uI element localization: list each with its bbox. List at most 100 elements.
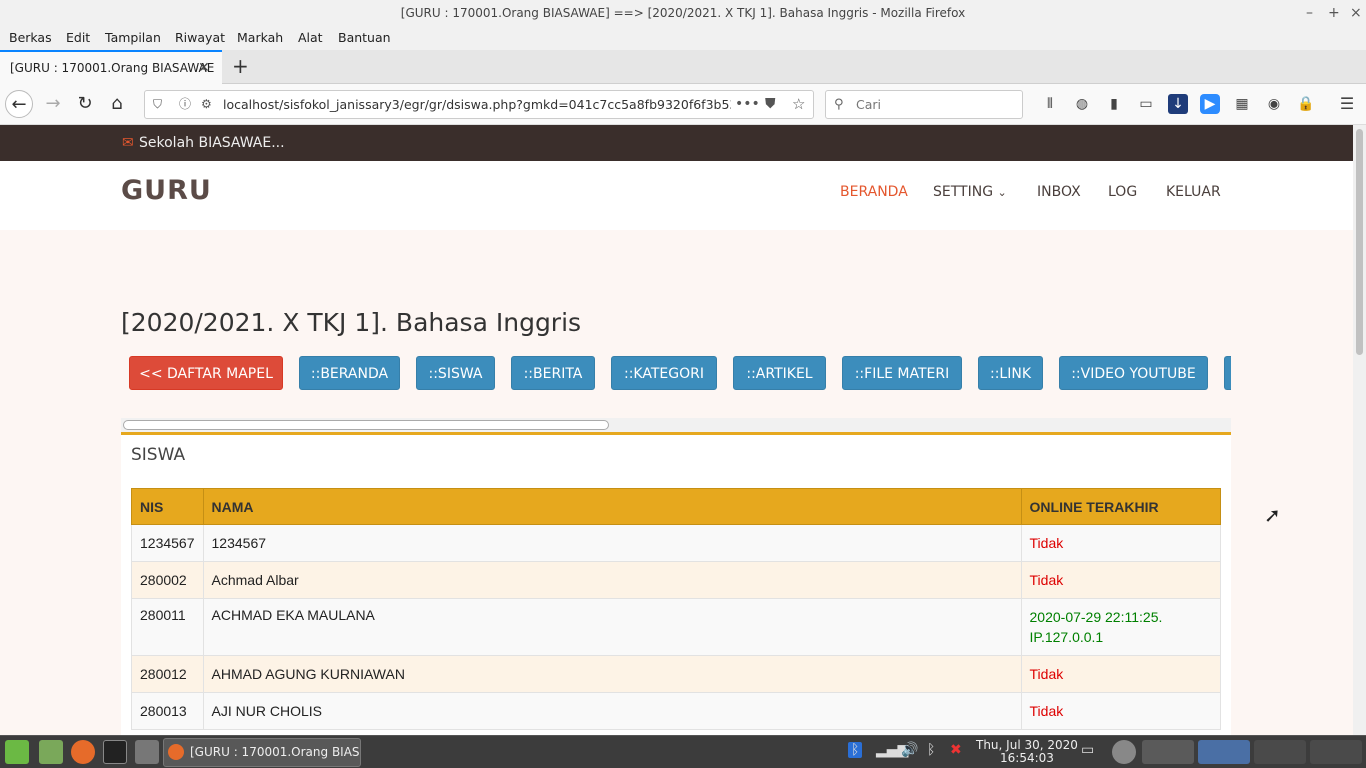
horizontal-scrollbar[interactable] bbox=[121, 418, 1231, 432]
files-launcher-icon[interactable] bbox=[135, 740, 159, 764]
nav-keluar[interactable]: KELUAR bbox=[1166, 184, 1221, 200]
shield-icon[interactable]: ⛉ bbox=[153, 91, 162, 118]
chevron-down-icon: ⌄ bbox=[997, 186, 1007, 199]
menu-alat[interactable]: Alat bbox=[298, 30, 323, 45]
bluetooth-tray-icon[interactable]: ᛒ bbox=[927, 742, 935, 758]
zoom-extension-icon[interactable]: ▶ bbox=[1200, 94, 1220, 114]
lock-icon[interactable]: 🔒 bbox=[1296, 94, 1316, 114]
siswa-button[interactable]: ::SISWA bbox=[416, 356, 495, 390]
back-arrow-icon[interactable]: ← bbox=[5, 90, 33, 118]
url-bar[interactable]: ⛉ ⓘ ⚙ localhost/sisfokol_janissary3/egr/… bbox=[144, 90, 814, 119]
page-vertical-scrollbar[interactable] bbox=[1353, 125, 1366, 735]
reload-icon[interactable]: ↻ bbox=[71, 90, 99, 118]
update-error-icon[interactable]: ✖ bbox=[950, 742, 962, 758]
table-row: 280002 Achmad Albar Tidak bbox=[131, 561, 1222, 599]
workspace-files-icon[interactable] bbox=[1142, 740, 1194, 764]
menu-berkas[interactable]: Berkas bbox=[9, 30, 52, 45]
sidebar-icon[interactable]: ▭ bbox=[1136, 94, 1156, 114]
menu-bantuan[interactable]: Bantuan bbox=[338, 30, 391, 45]
window-titlebar: [GURU : 170001.Orang BIASAWAE] ==> [2020… bbox=[0, 0, 1366, 26]
minimize-icon[interactable]: – bbox=[1306, 0, 1313, 26]
nav-beranda[interactable]: BERANDA bbox=[840, 184, 908, 200]
nav-log[interactable]: LOG bbox=[1108, 184, 1137, 200]
cell-nama: ACHMAD EKA MAULANA bbox=[202, 598, 1022, 656]
workspace-firefox-icon[interactable] bbox=[1198, 740, 1250, 764]
globe-icon[interactable]: ◍ bbox=[1072, 94, 1092, 114]
cell-nis: 280012 bbox=[131, 655, 204, 693]
user-indicator-icon[interactable] bbox=[1112, 740, 1136, 764]
new-tab-icon[interactable]: + bbox=[232, 54, 249, 78]
battery-icon[interactable]: ▭ bbox=[1081, 742, 1094, 758]
bookmark-star-icon[interactable]: ☆ bbox=[792, 91, 805, 118]
horizontal-scroll-thumb[interactable] bbox=[123, 420, 609, 430]
reader-icon[interactable]: ▮ bbox=[1104, 94, 1124, 114]
artikel-button[interactable]: ::ARTIKEL bbox=[733, 356, 826, 390]
cell-online: 2020-07-29 22:11:25. IP.127.0.0.1 bbox=[1020, 598, 1222, 656]
page-actions-icon[interactable]: ••• bbox=[735, 91, 760, 118]
vertical-scroll-thumb[interactable] bbox=[1356, 129, 1363, 355]
berita-button[interactable]: ::BERITA bbox=[511, 356, 595, 390]
workspace-3[interactable] bbox=[1254, 740, 1306, 764]
terminal-icon[interactable] bbox=[103, 740, 127, 764]
pocket-icon[interactable]: ⛊ bbox=[765, 91, 776, 118]
hamburger-menu-icon[interactable]: ☰ bbox=[1337, 94, 1357, 114]
taskbar-window-label: [GURU : 170001.Orang BIAS... bbox=[190, 745, 361, 759]
mint-menu-icon[interactable] bbox=[5, 740, 29, 764]
siswa-table: NIS NAMA ONLINE TERAKHIR 1234567 1234567… bbox=[131, 488, 1222, 730]
kategori-button[interactable]: ::KATEGORI bbox=[611, 356, 717, 390]
home-icon[interactable]: ⌂ bbox=[103, 90, 131, 118]
page-title: [2020/2021. X TKJ 1]. Bahasa Inggris bbox=[121, 308, 582, 337]
mouse-cursor-icon: ➚ bbox=[1264, 503, 1281, 527]
taskbar-window-firefox[interactable]: [GURU : 170001.Orang BIAS... bbox=[163, 738, 361, 767]
search-bar[interactable]: ⚲ Cari bbox=[825, 90, 1023, 119]
site-logo[interactable]: GURU bbox=[121, 175, 212, 206]
online-ip: IP.127.0.0.1 bbox=[1029, 629, 1104, 645]
maximize-icon[interactable]: + bbox=[1328, 0, 1340, 26]
qr-code-icon[interactable]: ▦ bbox=[1232, 94, 1252, 114]
cell-nis: 280002 bbox=[131, 561, 204, 599]
page-content: ✉ Sekolah BIASAWAE... GURU BERANDA SETTI… bbox=[0, 125, 1353, 735]
menu-riwayat[interactable]: Riwayat bbox=[175, 30, 225, 45]
nav-setting-label: SETTING bbox=[933, 184, 994, 200]
clock[interactable]: Thu, Jul 30, 2020 16:54:03 bbox=[976, 739, 1078, 765]
link-button[interactable]: ::LINK bbox=[978, 356, 1043, 390]
tab-close-icon[interactable]: ✕ bbox=[198, 52, 210, 84]
video-youtube-button[interactable]: ::VIDEO YOUTUBE bbox=[1059, 356, 1208, 390]
school-name: Sekolah BIASAWAE... bbox=[139, 135, 285, 151]
tab-active[interactable]: [GURU : 170001.Orang BIASAWAE ✕ bbox=[0, 50, 222, 84]
table-row: 280013 AJI NUR CHOLIS Tidak bbox=[131, 692, 1222, 730]
tab-strip: [GURU : 170001.Orang BIASAWAE ✕ + bbox=[0, 50, 1366, 84]
show-desktop-icon[interactable] bbox=[39, 740, 63, 764]
menu-markah[interactable]: Markah bbox=[237, 30, 283, 45]
nav-inbox[interactable]: INBOX bbox=[1037, 184, 1081, 200]
menubar: Berkas Edit Tampilan Riwayat Markah Alat… bbox=[0, 26, 1366, 50]
file-materi-button[interactable]: ::FILE MATERI bbox=[842, 356, 962, 390]
menu-tampilan[interactable]: Tampilan bbox=[105, 30, 161, 45]
daftar-mapel-button[interactable]: << DAFTAR MAPEL bbox=[129, 356, 283, 390]
firefox-launcher-icon[interactable] bbox=[71, 740, 95, 764]
table-row: 280011 ACHMAD EKA MAULANA 2020-07-29 22:… bbox=[131, 598, 1222, 656]
navigation-toolbar: ← → ↻ ⌂ ⛉ ⓘ ⚙ localhost/sisfokol_janissa… bbox=[0, 84, 1366, 125]
info-icon[interactable]: ⓘ bbox=[179, 91, 191, 118]
cell-nis: 1234567 bbox=[131, 524, 204, 562]
bluetooth-icon[interactable]: ᛒ bbox=[848, 742, 863, 758]
downloads-icon[interactable]: ↓ bbox=[1168, 94, 1188, 114]
account-icon[interactable]: ◉ bbox=[1264, 94, 1284, 114]
tab-title: [GURU : 170001.Orang BIASAWAE bbox=[10, 61, 215, 75]
header-online-terakhir: ONLINE TERAKHIR bbox=[1020, 488, 1222, 525]
top-info-strip: ✉ Sekolah BIASAWAE... bbox=[0, 125, 1353, 161]
forward-arrow-icon[interactable]: → bbox=[39, 90, 67, 118]
library-icon[interactable]: ⫴ bbox=[1040, 94, 1060, 114]
menu-edit[interactable]: Edit bbox=[66, 30, 90, 45]
panel-title: SISWA bbox=[131, 445, 186, 465]
more-buttons-edge[interactable] bbox=[1224, 356, 1231, 390]
permissions-icon[interactable]: ⚙ bbox=[201, 91, 212, 118]
volume-icon[interactable]: 🔊 bbox=[901, 742, 918, 758]
search-placeholder: Cari bbox=[856, 97, 881, 112]
close-window-icon[interactable]: × bbox=[1350, 0, 1362, 26]
beranda-button[interactable]: ::BERANDA bbox=[299, 356, 400, 390]
nav-setting[interactable]: SETTING ⌄ bbox=[933, 184, 1007, 200]
url-text[interactable]: localhost/sisfokol_janissary3/egr/gr/dsi… bbox=[223, 91, 731, 118]
window-title: [GURU : 170001.Orang BIASAWAE] ==> [2020… bbox=[400, 6, 966, 20]
workspace-4[interactable] bbox=[1310, 740, 1362, 764]
